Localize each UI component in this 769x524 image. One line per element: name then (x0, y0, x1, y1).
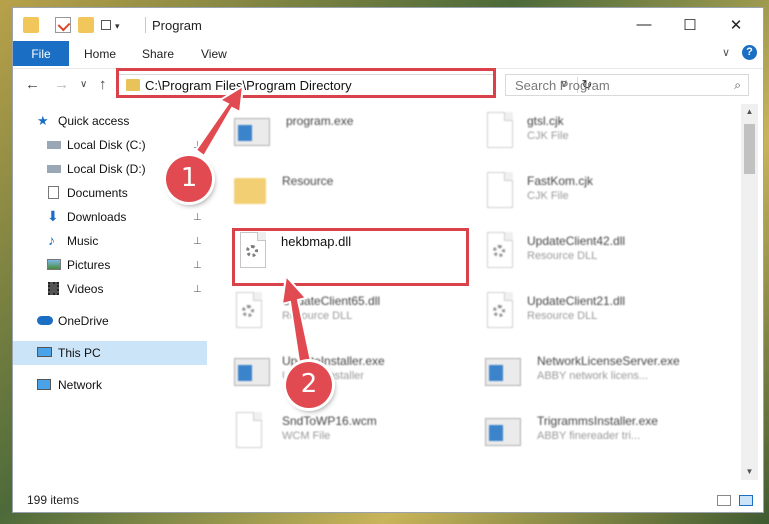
arrow-to-address (194, 84, 245, 158)
step-1-badge: 1 (166, 156, 212, 202)
arrow-to-file (280, 273, 314, 370)
annotation-arrows (194, 84, 314, 370)
step-2-badge: 2 (286, 362, 332, 408)
